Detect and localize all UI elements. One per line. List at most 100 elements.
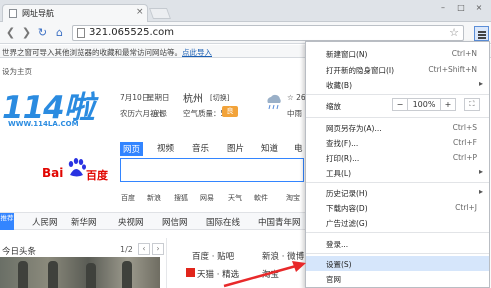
menu-item-find[interactable]: 查找(F)... Ctrl+F xyxy=(306,135,489,150)
search-link[interactable]: 天气 xyxy=(228,193,242,203)
search-link[interactable]: 淘宝 xyxy=(286,193,300,203)
search-tab-music[interactable]: 音乐 xyxy=(192,142,209,154)
nav-link[interactable]: 人民网 xyxy=(32,216,58,228)
home-icon[interactable]: ⌂ xyxy=(53,26,66,39)
menu-item-label: 登录... xyxy=(326,240,349,249)
tab-close-icon[interactable]: × xyxy=(136,7,144,17)
menu-separator xyxy=(306,182,489,183)
nav-link[interactable]: 中国青年网 xyxy=(258,216,301,228)
menu-item-label: 打开新的隐身窗口(I) xyxy=(326,66,395,75)
search-input[interactable] xyxy=(120,158,304,182)
chevron-right-icon: ▸ xyxy=(478,167,483,176)
menu-item-label: 网页另存为(A)... xyxy=(326,124,382,133)
star-icon[interactable]: ☆ xyxy=(449,26,459,39)
menu-item-label: 收藏(B) xyxy=(326,81,352,90)
search-link[interactable]: 新浪 xyxy=(147,193,161,203)
menu-item-label: 工具(L) xyxy=(326,169,352,178)
search-tab-zhidao[interactable]: 知道 xyxy=(261,142,278,154)
menu-item-shortcut: Ctrl+S xyxy=(452,123,477,132)
rain-cloud-icon xyxy=(267,94,281,110)
address-bar[interactable]: 321.065525.com ☆ xyxy=(72,25,464,41)
menu-button[interactable] xyxy=(474,26,489,41)
menu-item-save-as[interactable]: 网页另存为(A)... Ctrl+S xyxy=(306,120,489,135)
menu-item-shortcut: Ctrl+F xyxy=(453,138,477,147)
browser-menu: 新建窗口(N) Ctrl+N 打开新的隐身窗口(I) Ctrl+Shift+N … xyxy=(305,41,490,288)
forward-icon[interactable]: ❯ xyxy=(20,26,33,39)
address-url[interactable]: 321.065525.com xyxy=(89,27,174,38)
search-link[interactable]: 軟件 xyxy=(254,193,268,203)
zoom-label: 缩放 xyxy=(326,102,341,111)
chevron-right-icon: ▸ xyxy=(478,79,483,88)
menu-item-label: 查找(F)... xyxy=(326,139,359,148)
search-link[interactable]: 网易 xyxy=(200,193,214,203)
nav-link[interactable]: 国际在线 xyxy=(206,216,240,228)
menu-item-print[interactable]: 打印(R)... Ctrl+P xyxy=(306,150,489,165)
chevron-right-icon: ▸ xyxy=(478,187,483,196)
yiji-link[interactable]: 宜忌 xyxy=(152,108,167,119)
menu-item-history[interactable]: 历史记录(H) ▸ xyxy=(306,185,489,200)
baidu-latin: Bai xyxy=(42,166,64,180)
nav-link[interactable]: 网信网 xyxy=(162,216,188,228)
city-switch-link[interactable]: [切换] xyxy=(210,93,229,103)
menu-item-settings[interactable]: 设置(S) xyxy=(306,256,489,271)
nav-link[interactable]: 新华网 xyxy=(71,216,97,228)
set-homepage-link[interactable]: 设为主页 xyxy=(2,66,32,77)
menu-item-label: 打印(R)... xyxy=(326,154,360,163)
search-tab-image[interactable]: 图片 xyxy=(227,142,244,154)
import-link[interactable]: 点此导入 xyxy=(182,47,212,58)
zoom-out-button[interactable]: − xyxy=(392,98,408,111)
menu-separator xyxy=(306,232,489,233)
headline-photo[interactable] xyxy=(0,257,160,288)
menu-item-shortcut: Ctrl+N xyxy=(451,49,477,58)
reload-icon[interactable]: ↻ xyxy=(36,26,49,39)
menu-separator xyxy=(306,94,489,95)
pager-next-button[interactable]: › xyxy=(152,243,164,255)
search-tab-web[interactable]: 网页 xyxy=(120,142,144,156)
menu-item-tools[interactable]: 工具(L) ▸ xyxy=(306,165,489,180)
menu-item-downloads[interactable]: 下载内容(D) Ctrl+J xyxy=(306,200,489,215)
zoom-level: 100% xyxy=(407,98,441,111)
air-quality-badge: 良 xyxy=(222,106,238,117)
menu-item-incognito[interactable]: 打开新的隐身窗口(I) Ctrl+Shift+N xyxy=(306,62,489,77)
zoom-in-button[interactable]: + xyxy=(440,98,456,111)
menu-item-label: 历史记录(H) xyxy=(326,189,368,198)
tab-title: 网址导航 xyxy=(22,9,54,18)
headline-pager: 1/2 xyxy=(120,245,133,254)
logo-url: WWW.114LA.COM xyxy=(8,120,79,128)
weekday-text: 星期日 xyxy=(147,93,170,102)
browser-tab[interactable]: 网址导航 × xyxy=(2,4,148,22)
menu-item-login[interactable]: 登录... xyxy=(306,236,489,251)
site-logo[interactable]: 114啦 WWW.114LA.COM xyxy=(0,80,108,134)
menu-item-new-window[interactable]: 新建窗口(N) Ctrl+N xyxy=(306,46,489,61)
menu-separator xyxy=(306,253,489,254)
menu-item-label: 官网 xyxy=(326,275,341,284)
fullscreen-icon[interactable]: ⛶ xyxy=(464,98,480,111)
nav-link[interactable]: 央视网 xyxy=(118,216,144,228)
city-name: 杭州 xyxy=(183,94,203,105)
search-link[interactable]: 百度 xyxy=(121,193,135,203)
pager-prev-button[interactable]: ‹ xyxy=(138,243,150,255)
import-notice-text: 世界之窗可导入其他浏览器的收藏和最常访问网站等。 xyxy=(2,48,182,57)
red-arrow-annotation xyxy=(223,261,306,288)
menu-separator xyxy=(306,117,489,118)
menu-item-adblock[interactable]: 广告过滤(G) xyxy=(306,215,489,230)
baidu-chinese: 百度 xyxy=(86,169,108,182)
new-tab-button[interactable] xyxy=(148,8,172,19)
menu-item-label: 设置(S) xyxy=(326,260,352,269)
recommend-badge: 推荐 xyxy=(0,213,14,230)
menu-item-shortcut: Ctrl+J xyxy=(455,203,477,212)
maximize-button[interactable]: □ xyxy=(454,2,468,13)
menu-item-shortcut: Ctrl+Shift+N xyxy=(428,65,477,74)
back-icon[interactable]: ❮ xyxy=(4,26,17,39)
menu-item-official-site[interactable]: 官网 xyxy=(306,271,489,286)
search-link[interactable]: 搜狐 xyxy=(174,193,188,203)
search-tab-video[interactable]: 视频 xyxy=(157,142,174,154)
search-tab-more[interactable]: 电 xyxy=(294,142,303,154)
baidu-paw-icon xyxy=(68,158,86,177)
date-text: 7月10日 xyxy=(120,93,150,102)
baidu-logo[interactable]: Bai 百度 xyxy=(42,158,114,188)
close-window-button[interactable]: × xyxy=(472,2,486,13)
tmall-icon xyxy=(186,268,195,277)
menu-item-bookmarks[interactable]: 收藏(B) ▸ xyxy=(306,77,489,92)
minimize-button[interactable]: – xyxy=(436,2,450,13)
